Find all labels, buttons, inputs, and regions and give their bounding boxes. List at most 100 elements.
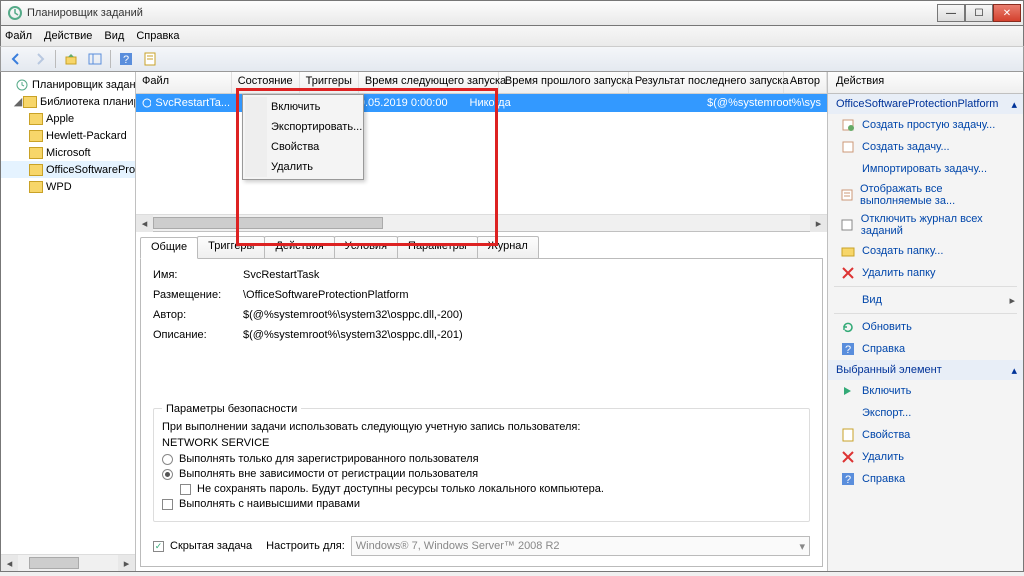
menu-view[interactable]: Вид — [104, 30, 124, 42]
tab-body-general: Имя:SvcRestartTask Размещение:\OfficeSof… — [140, 258, 823, 567]
action-delete[interactable]: Удалить — [828, 446, 1023, 468]
tree-item-wpd[interactable]: WPD — [1, 178, 135, 195]
actions-section-folder[interactable]: OfficeSoftwareProtectionPlatform▴ — [828, 94, 1023, 114]
scroll-thumb[interactable] — [29, 557, 79, 569]
up-button[interactable] — [60, 48, 82, 70]
arrow-icon — [840, 292, 856, 308]
col-lastrun[interactable]: Время прошлого запуска — [499, 72, 629, 93]
task-icon — [840, 139, 856, 155]
radio-whether[interactable]: Выполнять вне зависимости от регистрации… — [162, 468, 801, 480]
import-icon — [840, 161, 856, 177]
menu-help[interactable]: Справка — [136, 30, 179, 42]
help-button[interactable]: ? — [115, 48, 137, 70]
action-label: Справка — [862, 343, 905, 355]
actions-header: Действия — [828, 72, 1023, 94]
scroll-right-icon[interactable]: ▸ — [118, 555, 135, 571]
menu-action[interactable]: Действие — [44, 30, 92, 42]
col-triggers[interactable]: Триггеры — [300, 72, 359, 93]
tab-params[interactable]: Параметры — [397, 236, 478, 258]
label-location: Размещение: — [153, 289, 243, 301]
tab-log[interactable]: Журнал — [477, 236, 539, 258]
titlebar: Планировщик заданий — ☐ ✕ — [0, 0, 1024, 26]
close-button[interactable]: ✕ — [993, 4, 1021, 22]
configure-combo[interactable]: Windows® 7, Windows Server™ 2008 R2▾ — [351, 536, 810, 556]
action-disable-log[interactable]: Отключить журнал всех заданий — [828, 210, 1023, 240]
col-nextrun[interactable]: Время следующего запуска — [359, 72, 499, 93]
folder-icon — [840, 243, 856, 259]
tree-item-label: Hewlett-Packard — [46, 130, 127, 142]
actions-pane: Действия OfficeSoftwareProtectionPlatfor… — [828, 72, 1023, 571]
scroll-left-icon[interactable]: ◂ — [1, 555, 18, 571]
action-help[interactable]: ? Справка — [828, 338, 1023, 360]
action-import[interactable]: Импортировать задачу... — [828, 158, 1023, 180]
folder-icon — [29, 147, 43, 159]
task-row[interactable]: SvcRestartTa... 09.05.2019 0:00:00 Никог… — [136, 94, 827, 112]
list-body[interactable]: SvcRestartTa... 09.05.2019 0:00:00 Никог… — [136, 94, 827, 214]
actions-section-selected[interactable]: Выбранный элемент▴ — [828, 360, 1023, 380]
check-hidden[interactable]: ✓Скрытая задача — [153, 540, 252, 552]
col-state[interactable]: Состояние — [232, 72, 300, 93]
tab-triggers[interactable]: Триггеры — [197, 236, 265, 258]
radio-loggedon[interactable]: Выполнять только для зарегистрированного… — [162, 453, 801, 465]
chevron-down-icon[interactable]: ◢ — [13, 95, 23, 108]
action-showall[interactable]: Отображать все выполняемые за... — [828, 180, 1023, 210]
action-label: Отображать все выполняемые за... — [860, 183, 1015, 207]
action-label: Вид — [862, 294, 882, 306]
menu-icon-column — [245, 97, 267, 177]
list-hscrollbar[interactable]: ◂ ▸ — [136, 214, 827, 231]
tree-item-label: Apple — [46, 113, 74, 125]
checkbox-icon — [180, 484, 191, 495]
scroll-left-icon[interactable]: ◂ — [136, 215, 153, 232]
action-label: Создать задачу... — [862, 141, 950, 153]
col-lastresult[interactable]: Результат последнего запуска — [629, 72, 784, 93]
minimize-button[interactable]: — — [937, 4, 965, 22]
cell-lastrun: Никогда — [464, 97, 573, 109]
scroll-thumb[interactable] — [153, 217, 383, 229]
tabs: Общие Триггеры Действия Условия Параметр… — [140, 236, 823, 258]
panes-button[interactable] — [84, 48, 106, 70]
tree-hscrollbar[interactable]: ◂ ▸ — [1, 554, 135, 571]
folder-icon — [29, 164, 43, 176]
action-create-basic[interactable]: Создать простую задачу... — [828, 114, 1023, 136]
action-props[interactable]: Свойства — [828, 424, 1023, 446]
maximize-button[interactable]: ☐ — [965, 4, 993, 22]
forward-button[interactable] — [29, 48, 51, 70]
check-nopassword[interactable]: Не сохранять пароль. Будут доступны ресу… — [180, 483, 801, 495]
action-delfolder[interactable]: Удалить папку — [828, 262, 1023, 284]
tree-item-microsoft[interactable]: Microsoft — [1, 144, 135, 161]
tree-item-apple[interactable]: Apple — [1, 110, 135, 127]
action-enable[interactable]: Включить — [828, 380, 1023, 402]
col-file[interactable]: Файл — [136, 72, 232, 93]
action-label: Удалить — [862, 451, 904, 463]
col-author[interactable]: Автор — [784, 72, 827, 93]
radio-icon — [162, 469, 173, 480]
tree-pane: Планировщик заданий (Лок ◢ Библиотека пл… — [1, 72, 136, 571]
tree-item-ospp[interactable]: OfficeSoftwareProtecti — [1, 161, 135, 178]
action-export[interactable]: Экспорт... — [828, 402, 1023, 424]
tab-general[interactable]: Общие — [140, 237, 198, 259]
list-icon — [840, 187, 854, 203]
tab-actions[interactable]: Действия — [264, 236, 334, 258]
scroll-right-icon[interactable]: ▸ — [810, 215, 827, 232]
tree-item-label: OfficeSoftwareProtecti — [46, 164, 135, 176]
tree-library[interactable]: ◢ Библиотека планировщ — [1, 93, 135, 110]
props-button[interactable] — [139, 48, 161, 70]
action-create[interactable]: Создать задачу... — [828, 136, 1023, 158]
tree-root[interactable]: Планировщик заданий (Лок — [1, 76, 135, 93]
back-button[interactable] — [5, 48, 27, 70]
help-icon: ? — [840, 341, 856, 357]
check-highest[interactable]: Выполнять с наивысшими правами — [162, 498, 801, 510]
action-view[interactable]: Вид▸ — [828, 289, 1023, 311]
action-label: Импортировать задачу... — [862, 163, 987, 175]
toolbar-separator-2 — [110, 50, 111, 68]
checkbox-icon — [162, 499, 173, 510]
props-icon — [840, 427, 856, 443]
menu-file[interactable]: Файл — [5, 30, 32, 42]
tab-conditions[interactable]: Условия — [334, 236, 398, 258]
action-label: Экспорт... — [862, 407, 911, 419]
tree-item-hp[interactable]: Hewlett-Packard — [1, 127, 135, 144]
action-refresh[interactable]: Обновить — [828, 316, 1023, 338]
action-newfolder[interactable]: Создать папку... — [828, 240, 1023, 262]
action-help-2[interactable]: ?Справка — [828, 468, 1023, 490]
tree-root-label: Планировщик заданий (Лок — [32, 79, 135, 91]
